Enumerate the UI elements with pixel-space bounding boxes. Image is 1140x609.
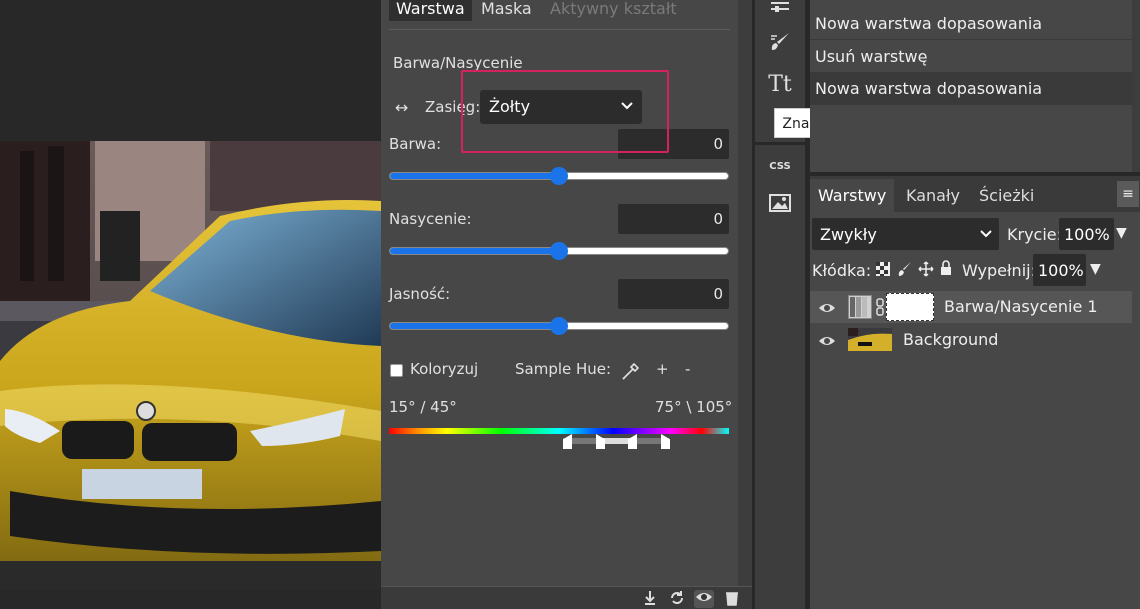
- history-item[interactable]: Nowa warstwa dopasowania: [810, 8, 1132, 40]
- lock-brush-icon[interactable]: [898, 261, 912, 281]
- saturation-input[interactable]: 0: [618, 204, 729, 234]
- hue-slider[interactable]: [389, 167, 729, 185]
- adjust-icon[interactable]: [755, 0, 805, 14]
- hue-range-track[interactable]: [563, 438, 669, 444]
- eye-icon[interactable]: [818, 300, 836, 314]
- sample-hue-label: Sample Hue:: [515, 360, 612, 378]
- reset-icon[interactable]: [667, 590, 687, 608]
- panel-menu-icon[interactable]: ≡: [1117, 181, 1139, 207]
- saturation-label: Nasycenie:: [389, 210, 472, 228]
- colorize-label: Koloryzuj: [410, 360, 479, 378]
- tab-active-shape: Aktywny kształt: [550, 0, 677, 18]
- background-thumbnail: [848, 328, 892, 355]
- eye-icon[interactable]: [818, 333, 836, 347]
- lock-transparency-icon[interactable]: [876, 261, 890, 280]
- lock-move-icon[interactable]: [918, 261, 934, 281]
- eyedropper-icon[interactable]: [620, 360, 642, 386]
- tab-mask[interactable]: Maska: [474, 0, 539, 21]
- tab-paths[interactable]: Ścieżki: [971, 179, 1042, 212]
- tabs-divider: [389, 29, 730, 30]
- opacity-label: Krycie:: [1007, 225, 1063, 244]
- chain-link-icon[interactable]: [875, 297, 885, 321]
- subtract-sample-button[interactable]: -: [685, 360, 690, 378]
- opacity-dropdown-icon[interactable]: ▼: [1116, 225, 1127, 241]
- range-select[interactable]: Żołty: [480, 90, 642, 124]
- tab-layers[interactable]: Warstwy: [810, 179, 895, 212]
- lightness-input[interactable]: 0: [618, 279, 729, 309]
- image-icon[interactable]: [755, 190, 805, 226]
- opacity-input[interactable]: 100%: [1059, 218, 1114, 250]
- trash-icon[interactable]: [722, 590, 742, 608]
- range-arrows-icon: ↔: [395, 98, 409, 117]
- saturation-slider-knob[interactable]: [550, 242, 568, 260]
- range-left-degrees: 15° / 45°: [389, 398, 457, 416]
- adjustment-title: Barwa/Nasycenie: [393, 54, 523, 72]
- blend-mode-select[interactable]: Zwykły: [812, 218, 999, 250]
- lightness-slider-knob[interactable]: [550, 317, 568, 335]
- fill-dropdown-icon[interactable]: ▼: [1090, 261, 1101, 277]
- saturation-slider[interactable]: [389, 242, 729, 260]
- range-select-value: Żołty: [489, 97, 531, 116]
- fill-label: Wypełnij:: [962, 261, 1036, 280]
- properties-scrollbar[interactable]: [738, 0, 752, 586]
- fill-input[interactable]: 100%: [1033, 254, 1086, 286]
- layer-name[interactable]: Background: [903, 330, 998, 349]
- tab-layer[interactable]: Warstwa: [389, 0, 472, 21]
- lock-label: Kłódka:: [812, 261, 872, 280]
- css-icon[interactable]: CSS: [755, 155, 805, 191]
- tools-separator: [755, 142, 805, 145]
- canvas-area[interactable]: [0, 0, 381, 609]
- tab-channels[interactable]: Kanały: [898, 179, 968, 212]
- layer-name[interactable]: Barwa/Nasycenie 1: [944, 297, 1098, 316]
- visibility-eye-icon[interactable]: [694, 590, 714, 608]
- history-scrollbar[interactable]: [1132, 0, 1140, 172]
- lightness-slider[interactable]: [389, 317, 729, 335]
- add-sample-button[interactable]: +: [656, 360, 669, 378]
- lightness-label: Jasność:: [389, 285, 451, 303]
- clip-to-layer-icon[interactable]: [640, 590, 660, 608]
- adjustment-layer-thumbnail: [848, 295, 872, 323]
- chevron-down-icon: [979, 224, 993, 246]
- blend-mode-value: Zwykły: [820, 225, 877, 244]
- hue-spectrum-bar: [389, 428, 729, 434]
- colorize-checkbox[interactable]: [390, 364, 403, 377]
- history-item[interactable]: Usuń warstwę: [810, 41, 1132, 73]
- car-photo[interactable]: [0, 141, 381, 590]
- hue-slider-knob[interactable]: [550, 167, 568, 185]
- range-right-degrees: 75° \ 105°: [655, 398, 733, 416]
- car-image: [0, 141, 381, 590]
- range-label: Zasięg:: [425, 98, 481, 116]
- text-icon[interactable]: Tt: [755, 70, 805, 106]
- layer-mask-thumbnail[interactable]: [886, 293, 934, 321]
- chevron-down-icon: [620, 96, 634, 118]
- hue-input[interactable]: 0: [618, 129, 729, 159]
- hue-label: Barwa:: [389, 135, 442, 153]
- brush-icon[interactable]: [755, 24, 805, 60]
- history-item-selected[interactable]: Nowa warstwa dopasowania: [810, 73, 1132, 105]
- lock-all-icon[interactable]: [939, 260, 953, 280]
